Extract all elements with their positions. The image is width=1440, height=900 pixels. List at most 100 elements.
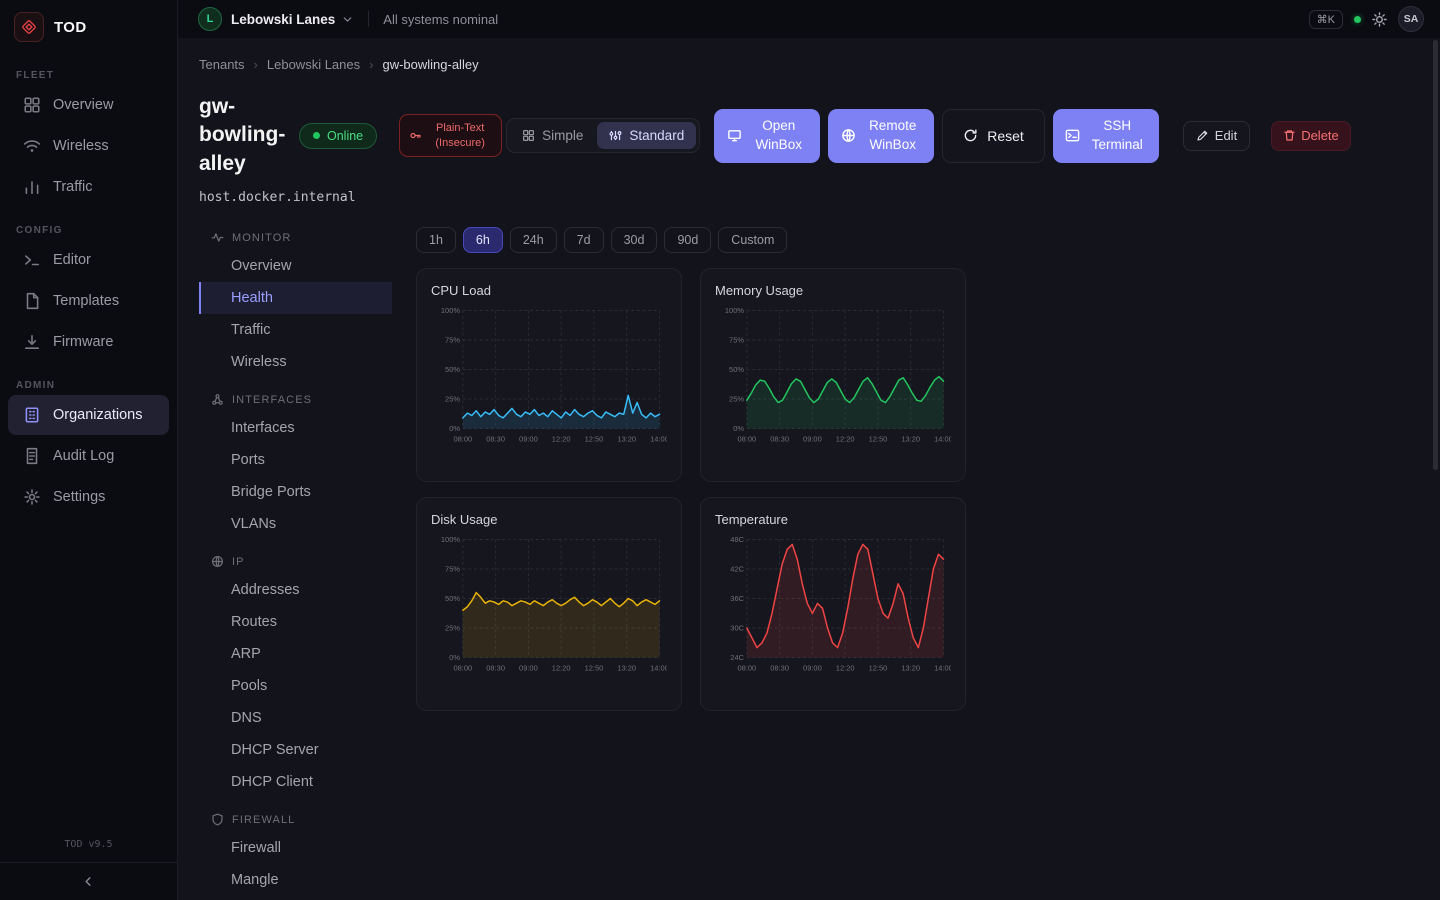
tenant-switcher[interactable]: Lebowski Lanes [231,12,335,27]
svg-text:100%: 100% [725,306,744,315]
subnav-section-label: IP [232,556,245,568]
mode-simple-label: Simple [542,128,583,143]
breadcrumb-current: gw-bowling-alley [382,57,478,72]
svg-text:0%: 0% [449,424,460,433]
subnav-item-dhcp-client[interactable]: DHCP Client [199,766,392,798]
svg-text:75%: 75% [445,335,460,344]
svg-text:09:00: 09:00 [519,664,538,673]
logo-icon [14,12,44,42]
mode-standard-label: Standard [629,128,684,143]
chevron-down-icon[interactable] [341,13,354,26]
svg-text:08:30: 08:30 [486,435,505,444]
edit-button[interactable]: Edit [1183,121,1250,151]
range-90d-button[interactable]: 90d [664,227,711,253]
command-palette-shortcut[interactable]: ⌘K [1309,10,1343,29]
sidebar: TOD FLEET Overview Wireless Traffic CONF… [0,0,178,900]
subnav-section-label: INTERFACES [232,394,312,406]
temperature-chart: 48C42C36C30C24C08:0008:3009:0012:2012:50… [715,532,951,680]
range-30d-button[interactable]: 30d [611,227,658,253]
sidebar-item-templates[interactable]: Templates [8,281,169,321]
range-24h-button[interactable]: 24h [510,227,557,253]
subnav-item-dhcp-server[interactable]: DHCP Server [199,734,392,766]
sidebar-item-traffic[interactable]: Traffic [8,167,169,207]
reset-button[interactable]: Reset [942,109,1045,163]
subnav-item-interfaces[interactable]: Interfaces [199,412,392,444]
breadcrumb-tenants[interactable]: Tenants [199,57,245,72]
trash-icon [1283,129,1296,142]
breadcrumb-tenant[interactable]: Lebowski Lanes [267,57,360,72]
sidebar-item-label: Overview [53,97,113,113]
sidebar-item-label: Traffic [53,179,92,195]
svg-text:09:00: 09:00 [803,664,822,673]
subnav-item-vlans[interactable]: VLANs [199,508,392,540]
file-icon [23,292,41,310]
online-label: Online [327,129,363,143]
edit-label: Edit [1215,128,1237,143]
user-avatar[interactable]: SA [1398,6,1424,32]
document-icon [23,447,41,465]
health-dot [1354,16,1361,23]
delete-button[interactable]: Delete [1271,121,1351,151]
gear-icon [23,488,41,506]
subnav-item-addresses[interactable]: Addresses [199,574,392,606]
subnav-section-label: MONITOR [232,232,291,244]
sidebar-item-organizations[interactable]: Organizations [8,395,169,435]
insecure-label: Plain-Text (Insecure) [428,121,492,150]
sidebar-item-label: Audit Log [53,448,114,464]
range-6h-button[interactable]: 6h [463,227,503,253]
range-7d-button[interactable]: 7d [564,227,604,253]
page-scrollbar[interactable] [1433,40,1438,470]
svg-text:08:00: 08:00 [453,664,472,673]
time-range-selector: 1h 6h 24h 7d 30d 90d Custom [416,227,1416,253]
insecure-badge: Plain-Text (Insecure) [399,114,502,157]
subnav-item-bridge-ports[interactable]: Bridge Ports [199,476,392,508]
sidebar-item-wireless[interactable]: Wireless [8,126,169,166]
svg-text:25%: 25% [445,394,460,403]
sidebar-item-label: Firmware [53,334,113,350]
sidebar-item-settings[interactable]: Settings [8,477,169,517]
topbar-right: ⌘K SA [1309,6,1424,32]
subnav-item-arp[interactable]: ARP [199,638,392,670]
remote-winbox-label: Remote WinBox [864,117,922,153]
svg-text:09:00: 09:00 [519,435,538,444]
subnav-item-overview[interactable]: Overview [199,250,392,282]
device-host: host.docker.internal [199,190,1416,205]
remote-winbox-button[interactable]: Remote WinBox [828,109,934,163]
mode-standard-button[interactable]: Standard [597,122,696,149]
subnav-item-routes[interactable]: Routes [199,606,392,638]
logo[interactable]: TOD [0,0,177,52]
subnav-section-ip: IP [199,548,392,574]
reset-label: Reset [987,128,1024,144]
svg-text:12:20: 12:20 [552,664,571,673]
subnav-item-health[interactable]: Health [199,282,392,314]
svg-text:25%: 25% [729,394,744,403]
subnav-item-wireless[interactable]: Wireless [199,346,392,378]
sun-icon[interactable] [1372,12,1387,27]
subnav-item-pools[interactable]: Pools [199,670,392,702]
sidebar-item-overview[interactable]: Overview [8,85,169,125]
memory-usage-card: Memory Usage 100%75%50%25%0%08:0008:3009… [700,268,966,482]
sidebar-collapse-button[interactable] [0,862,177,900]
subnav-item-ports[interactable]: Ports [199,444,392,476]
view-mode-toggle: Simple Standard [506,118,700,153]
subnav-item-dns[interactable]: DNS [199,702,392,734]
svg-text:12:20: 12:20 [552,435,571,444]
section-label-admin: ADMIN [16,380,177,391]
range-1h-button[interactable]: 1h [416,227,456,253]
section-label-fleet: FLEET [16,70,177,81]
sidebar-item-audit-log[interactable]: Audit Log [8,436,169,476]
subnav-item-traffic[interactable]: Traffic [199,314,392,346]
sidebar-item-firmware[interactable]: Firmware [8,322,169,362]
temperature-card: Temperature 48C42C36C30C24C08:0008:3009:… [700,497,966,711]
mode-simple-button[interactable]: Simple [510,122,595,149]
range-custom-button[interactable]: Custom [718,227,787,253]
subnav-item-mangle[interactable]: Mangle [199,864,392,896]
open-winbox-button[interactable]: Open WinBox [714,109,820,163]
svg-text:09:00: 09:00 [803,435,822,444]
svg-text:50%: 50% [445,594,460,603]
ssh-terminal-button[interactable]: SSH Terminal [1053,109,1159,163]
subnav-item-firewall[interactable]: Firewall [199,832,392,864]
sidebar-item-editor[interactable]: Editor [8,240,169,280]
cpu-load-card: CPU Load 100%75%50%25%0%08:0008:3009:001… [416,268,682,482]
breadcrumb-separator: › [254,57,258,72]
